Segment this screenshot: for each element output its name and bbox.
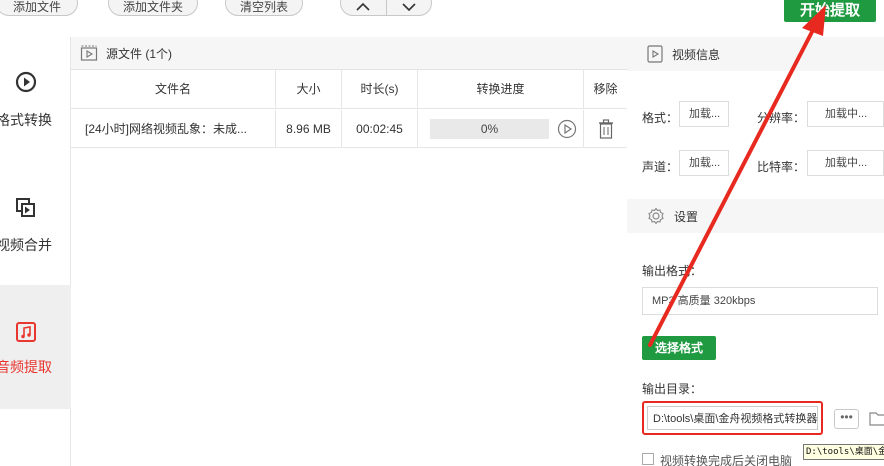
col-duration: 时长(s) [360,82,399,96]
col-progress: 转换进度 [476,82,525,96]
start-extract-button[interactable]: 开始提取 [784,0,876,22]
channel-value: 加载... [679,150,729,176]
clear-list-label: 清空列表 [239,0,288,14]
right-panel: 视频信息 格式： 加载... 分辨率： 加载中... 声道： 加载... 比特率… [627,37,884,466]
resolution-label: 分辨率： [757,111,806,125]
clear-list-button[interactable]: 清空列表 [225,0,303,16]
progress-bar: 0% [430,119,549,139]
sidebar-item-label: 音频提取 [0,359,52,375]
move-up-button[interactable] [341,0,386,15]
file-name: [24小时]网络视频乱象：未成... [85,122,248,136]
settings-title: 设置 [674,209,699,224]
merge-icon [0,197,52,219]
sidebar-item-video-merge[interactable]: 视频合并 [0,161,71,285]
move-down-button[interactable] [387,0,432,15]
sidebar-item-format-convert[interactable]: 格式转换 [0,37,71,161]
play-circle-icon [0,71,52,93]
col-filename: 文件名 [154,82,191,96]
music-note-icon [0,321,52,343]
output-dir-label: 输出目录： [642,382,703,396]
sidebar-item-audio-extract[interactable]: 音频提取 [0,285,71,409]
toolbar: 添加文件 添加文件夹 清空列表 开始提取 [0,0,884,30]
add-file-button[interactable]: 添加文件 [0,0,78,16]
play-preview-icon[interactable] [557,119,577,139]
folder-icon[interactable] [869,409,884,427]
file-duration: 00:02:45 [356,122,403,136]
add-folder-button[interactable]: 添加文件夹 [108,0,198,16]
choose-format-button[interactable]: 选择格式 [642,336,716,360]
table-row[interactable]: [24小时]网络视频乱象：未成... 8.96 MB 00:02:45 0% [71,110,627,148]
add-file-label: 添加文件 [12,0,61,14]
resolution-value: 加载中... [807,101,884,127]
channel-label: 声道： [642,160,679,174]
settings-header: 设置 [627,199,884,233]
close-after-label: 视频转换完成后关闭电脑 [660,454,793,466]
sidebar-item-label: 格式转换 [0,112,52,128]
video-info-icon [647,45,663,63]
output-format-field[interactable]: MP3 高质量 320kbps [642,287,878,315]
col-size: 大小 [296,82,321,96]
app-window: 添加文件 添加文件夹 清空列表 开始提取 格式转换 视频合并 音频提取 源文件 … [0,0,884,466]
file-size: 8.96 MB [286,122,331,136]
gear-icon [648,207,664,225]
path-tooltip: D:\tools\桌面\金舟视 [803,444,884,460]
sidebar: 格式转换 视频合并 音频提取 [0,37,71,466]
chevron-down-icon [402,3,416,12]
col-remove: 移除 [593,82,618,96]
video-info-header: 视频信息 [627,37,884,71]
close-after-checkbox[interactable] [642,453,654,465]
format-value: 加载... [679,101,729,127]
format-label: 格式： [642,111,679,125]
table-header: 文件名 大小 时长(s) 转换进度 移除 [71,70,627,109]
video-file-icon [80,45,98,61]
output-dir-highlight: D:\tools\桌面\金舟视频格式转换器 [642,401,823,435]
output-format-label: 输出格式： [642,264,703,278]
file-list-title: 源文件 (1个) [106,46,173,61]
bitrate-value: 加载中... [807,150,884,176]
output-dir-field[interactable]: D:\tools\桌面\金舟视频格式转换器 [647,406,818,430]
chevron-up-icon [356,2,370,11]
sidebar-item-label: 视频合并 [0,237,52,253]
trash-icon[interactable] [598,119,614,139]
move-order-group [340,0,432,16]
more-options-button[interactable]: ••• [834,409,859,429]
add-folder-label: 添加文件夹 [122,0,183,14]
bitrate-label: 比特率： [757,160,806,174]
file-list-header: 源文件 (1个) [71,37,627,70]
video-info-title: 视频信息 [672,47,721,62]
